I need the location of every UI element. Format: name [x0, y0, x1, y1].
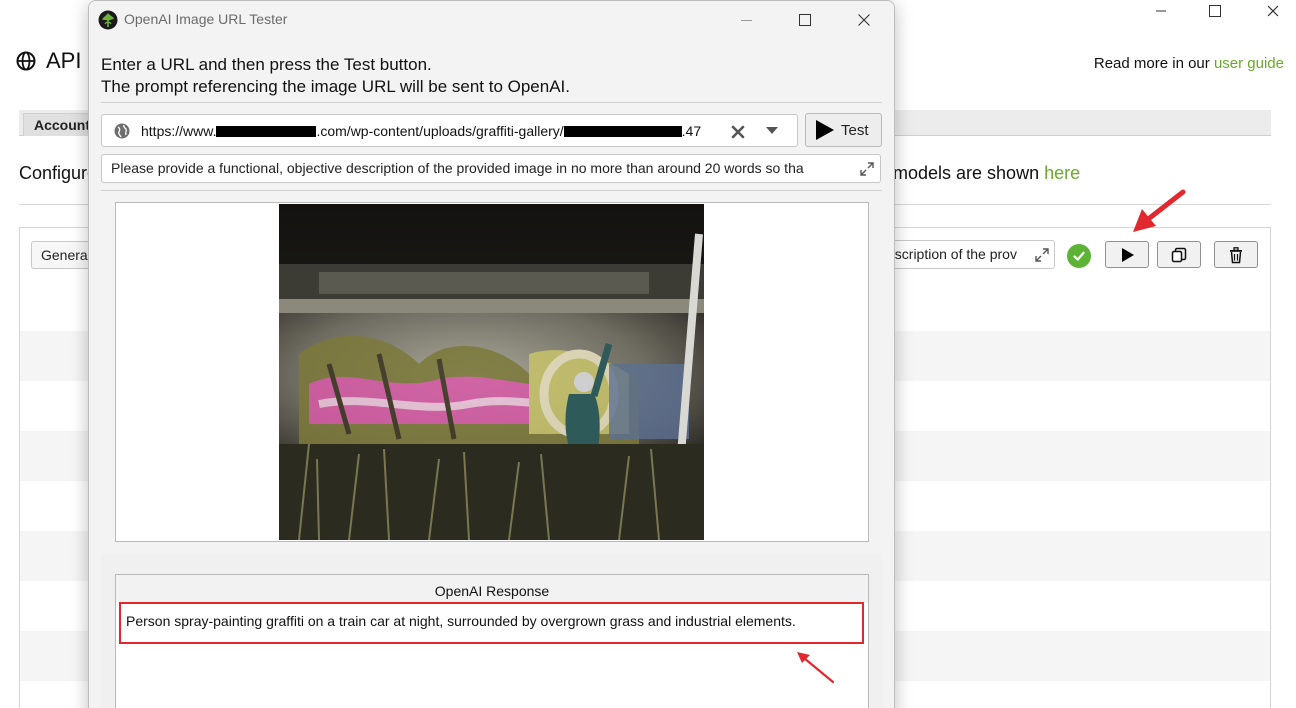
- page-title-text: API: [46, 48, 82, 73]
- app-logo-icon: [98, 10, 118, 30]
- dialog-minimize-button[interactable]: [717, 1, 775, 39]
- main-close-button[interactable]: [1250, 0, 1296, 22]
- user-guide-link[interactable]: user guide: [1214, 55, 1284, 72]
- url-text-part: https://www.: [141, 123, 217, 139]
- main-minimize-button[interactable]: [1138, 0, 1184, 22]
- prompt-input[interactable]: Please provide a functional, objective d…: [101, 154, 881, 183]
- expand-icon[interactable]: [859, 161, 875, 177]
- prompt-text: Please provide a functional, objective d…: [111, 160, 804, 176]
- maximize-icon: [1209, 5, 1221, 17]
- copy-icon: [1171, 247, 1187, 262]
- dialog-maximize-button[interactable]: [776, 1, 834, 39]
- expand-icon[interactable]: [1034, 247, 1050, 263]
- close-icon: [858, 14, 870, 26]
- models-text: models are shown here: [893, 163, 1080, 184]
- minimize-icon: [1156, 10, 1166, 12]
- clear-url-button[interactable]: [731, 122, 745, 142]
- url-combobox[interactable]: https://www. .com/wp-content/uploads/graf…: [101, 114, 798, 147]
- page-title: API: [16, 48, 81, 74]
- configure-text: Configure: [19, 163, 98, 183]
- check-circle-icon: [1067, 244, 1091, 268]
- close-icon: [1267, 5, 1279, 17]
- graffiti-photo: [279, 204, 704, 540]
- url-text-part: .47: [681, 123, 702, 139]
- delete-button[interactable]: [1214, 241, 1258, 268]
- globe-icon: [114, 123, 130, 139]
- dialog-close-button[interactable]: [835, 1, 893, 39]
- minimize-icon: [740, 19, 752, 21]
- read-more-text: Read more in our user guide: [1094, 55, 1284, 72]
- duplicate-button[interactable]: [1157, 241, 1201, 268]
- play-icon: [1122, 247, 1134, 262]
- instructions: Enter a URL and then press the Test butt…: [101, 54, 570, 98]
- read-more-prefix: Read more in our: [1093, 55, 1214, 72]
- globe-icon: [16, 51, 36, 71]
- divider: [101, 102, 882, 103]
- run-test-button[interactable]: [1105, 241, 1149, 268]
- dialog-titlebar: OpenAI Image URL Tester: [89, 1, 894, 39]
- redaction-bar: [563, 125, 682, 137]
- prompt-field-text: escription of the prov: [887, 246, 1017, 262]
- redaction-bar: [216, 125, 317, 137]
- dialog-title: OpenAI Image URL Tester: [124, 11, 288, 27]
- maximize-icon: [799, 14, 811, 26]
- clear-icon: [731, 125, 745, 139]
- models-text-prefix: models are shown: [893, 163, 1045, 183]
- instruction-line-1: Enter a URL and then press the Test butt…: [101, 55, 432, 74]
- image-preview-frame: [115, 202, 869, 542]
- chevron-down-icon[interactable]: [766, 127, 778, 135]
- response-header: OpenAI Response: [116, 575, 868, 603]
- trash-icon: [1230, 246, 1242, 263]
- instruction-line-2: The prompt referencing the image URL wil…: [101, 77, 570, 96]
- play-icon: [816, 120, 834, 140]
- test-button[interactable]: Test: [805, 113, 882, 147]
- url-text-part: .com/wp-content/uploads/graffiti-gallery…: [316, 123, 564, 139]
- test-button-label: Test: [841, 121, 869, 139]
- url-input[interactable]: https://www. .com/wp-content/uploads/graf…: [141, 123, 716, 139]
- main-maximize-button[interactable]: [1192, 0, 1238, 22]
- divider: [101, 190, 882, 191]
- annotation-highlight-box: [119, 602, 864, 644]
- models-here-link[interactable]: here: [1044, 163, 1080, 183]
